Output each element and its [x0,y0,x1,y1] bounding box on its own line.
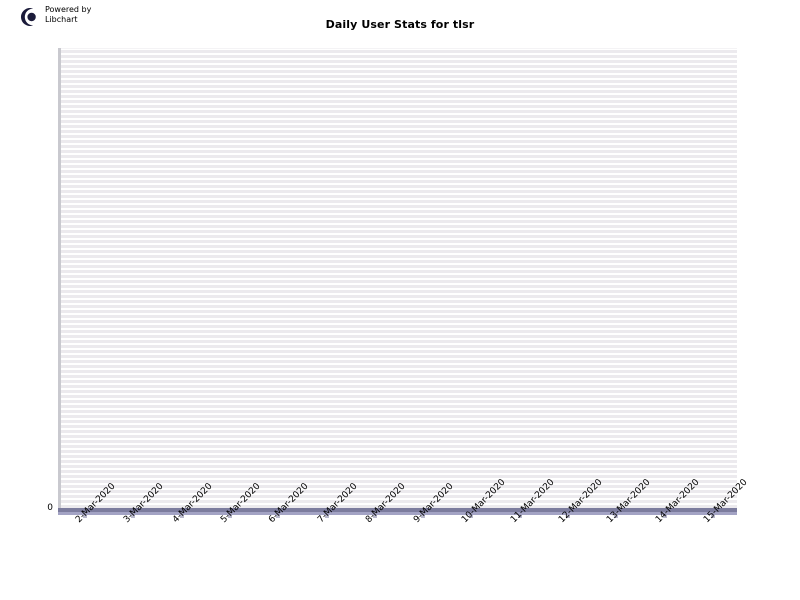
x-axis-line [58,508,737,515]
branding-line-1: Powered by [45,5,92,14]
x-axis-tick-labels: 2-Mar-2020 3-Mar-2020 4-Mar-2020 5-Mar-2020… [0,478,800,598]
y-axis-line [58,48,61,509]
y-axis-tick-labels: 0 [20,503,53,513]
y-axis-tick-label: 0 [47,503,53,513]
chart-canvas: Powered by Libchart Daily User Stats for… [0,0,800,600]
chart-title: Daily User Stats for tlsr [325,18,475,31]
plot-area [61,48,737,509]
plot-top-edge [61,48,737,49]
